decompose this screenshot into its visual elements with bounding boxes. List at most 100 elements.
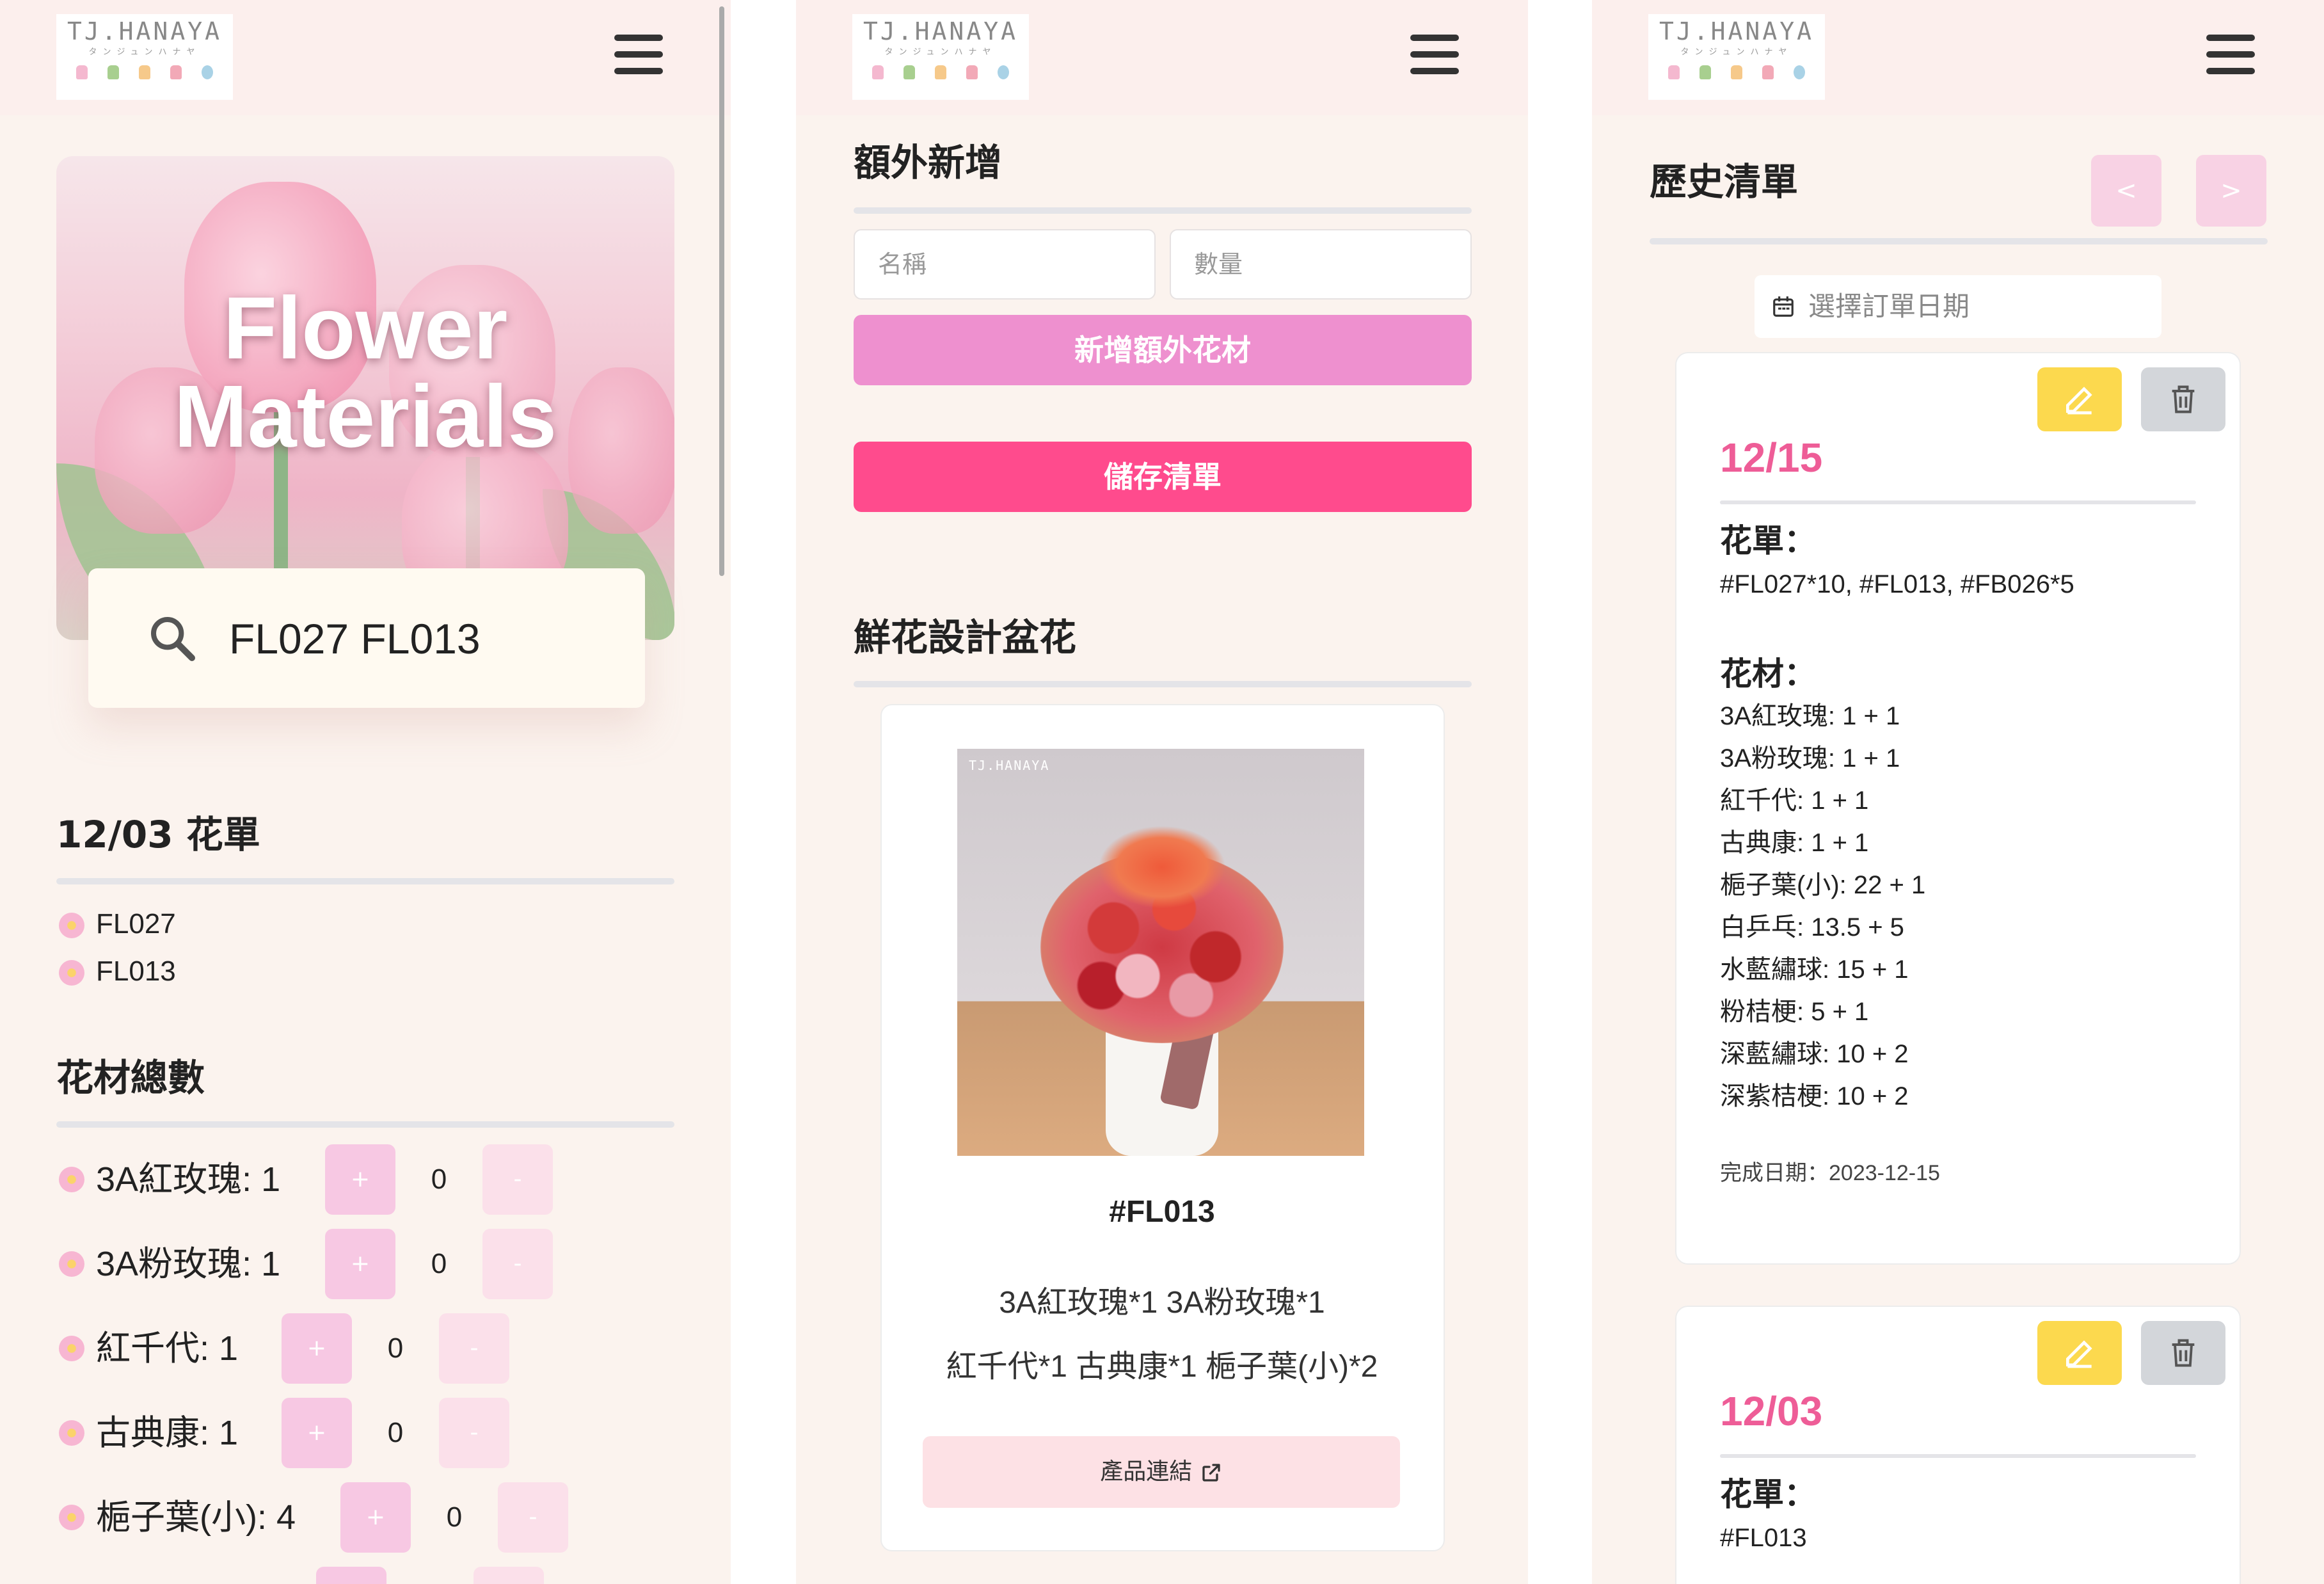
increase-button[interactable]: + bbox=[325, 1144, 395, 1215]
order-title: 12/03 花單 bbox=[56, 813, 260, 856]
pencil-icon bbox=[2066, 387, 2092, 415]
material-line: 深藍繡球: 10 + 2 bbox=[1720, 1040, 1909, 1068]
increase-button[interactable]: + bbox=[282, 1398, 352, 1468]
scrollbar[interactable] bbox=[719, 6, 724, 576]
orders-label: 花單： bbox=[1720, 522, 1816, 559]
increase-button[interactable]: + bbox=[325, 1229, 395, 1299]
hamburger-menu-icon[interactable] bbox=[1410, 33, 1459, 76]
decrease-button[interactable]: - bbox=[498, 1482, 568, 1553]
material-line: 紅千代: 1 + 1 bbox=[1720, 787, 1869, 815]
extra-quantity: 0 bbox=[431, 1248, 447, 1279]
calendar-icon bbox=[1773, 296, 1794, 317]
material-name: 古典康 bbox=[96, 1414, 200, 1452]
increase-button[interactable]: + bbox=[340, 1482, 411, 1553]
add-extra-material-button[interactable]: 新增額外花材 bbox=[854, 315, 1472, 385]
flower-icon bbox=[56, 1418, 87, 1448]
order-date: 12/15 bbox=[1720, 435, 1823, 481]
save-list-button[interactable]: 儲存清單 bbox=[854, 442, 1472, 512]
material-count: 1 bbox=[261, 1160, 281, 1199]
extra-quantity: 0 bbox=[431, 1164, 447, 1195]
delete-button[interactable] bbox=[2141, 367, 2225, 431]
pencil-icon bbox=[2066, 1340, 2092, 1368]
divider bbox=[854, 207, 1472, 214]
order-item-code: FL027 bbox=[96, 908, 176, 940]
material-quantity-input[interactable]: 數量 bbox=[1170, 229, 1472, 300]
flower-icon bbox=[56, 910, 87, 941]
product-code: #FL013 bbox=[1109, 1195, 1215, 1229]
previous-page-button[interactable]: < bbox=[2091, 155, 2161, 227]
material-row: 3A紅玫瑰: 1 bbox=[56, 1144, 280, 1215]
material-count: 1 bbox=[219, 1414, 239, 1452]
decrease-button[interactable]: - bbox=[482, 1144, 553, 1215]
brand-logo[interactable]: TJ.HANAYA タンジュンハナヤ bbox=[1648, 14, 1825, 100]
orders-label: 花單： bbox=[1720, 1476, 1816, 1513]
extra-quantity: 0 bbox=[387, 1332, 404, 1364]
divider bbox=[56, 878, 674, 884]
search-input[interactable]: FL027 FL013 bbox=[229, 613, 481, 664]
header: TJ.HANAYA タンジュンハナヤ bbox=[1592, 0, 2324, 115]
product-photo: TJ.HANAYA bbox=[957, 749, 1364, 1156]
history-title: 歷史清單 bbox=[1650, 160, 1799, 204]
increase-button[interactable] bbox=[316, 1567, 386, 1584]
product-link-label: 產品連結 bbox=[1100, 1459, 1193, 1485]
brand-logo[interactable]: TJ.HANAYA タンジュンハナヤ bbox=[852, 14, 1029, 100]
material-line: 水藍繡球: 15 + 1 bbox=[1720, 956, 1909, 984]
material-name: 紅千代 bbox=[96, 1329, 200, 1368]
logo-icons bbox=[852, 59, 1029, 79]
order-date: 12/03 bbox=[1720, 1388, 1823, 1434]
order-item: FL027 bbox=[56, 905, 176, 943]
material-row: 古典康: 1 bbox=[56, 1398, 238, 1468]
material-line: 梔子葉(小): 22 + 1 bbox=[1720, 871, 1926, 899]
trash-icon bbox=[2172, 385, 2195, 413]
decrease-button[interactable] bbox=[474, 1567, 544, 1584]
material-name-input[interactable]: 名稱 bbox=[854, 229, 1156, 300]
extra-section-title: 額外新增 bbox=[854, 141, 1003, 184]
product-recipe-line: 紅千代*1 古典康*1 梔子葉(小)*2 bbox=[946, 1350, 1378, 1384]
decrease-button[interactable]: - bbox=[439, 1398, 509, 1468]
search-icon bbox=[151, 617, 195, 661]
material-line: 3A紅玫瑰: 1 + 1 bbox=[1720, 702, 1900, 730]
logo-icons bbox=[1648, 59, 1825, 79]
hamburger-menu-icon[interactable] bbox=[2206, 33, 2255, 76]
edit-button[interactable] bbox=[2037, 1321, 2122, 1385]
material-row: 3A粉玫瑰: 1 bbox=[56, 1229, 280, 1299]
product-recipe-line: 3A紅玫瑰*1 3A粉玫瑰*1 bbox=[999, 1286, 1325, 1320]
search-bar[interactable]: FL027 FL013 bbox=[88, 568, 645, 708]
next-page-button[interactable]: > bbox=[2196, 155, 2266, 227]
product-link-button[interactable]: 產品連結 bbox=[923, 1436, 1400, 1508]
divider bbox=[854, 681, 1472, 687]
material-line: 古典康: 1 + 1 bbox=[1720, 829, 1869, 857]
logo-name: TJ.HANAYA bbox=[863, 17, 1018, 45]
materials-title: 花材總數 bbox=[56, 1056, 205, 1100]
header: TJ.HANAYA タンジュンハナヤ bbox=[0, 0, 731, 115]
header: TJ.HANAYA タンジュンハナヤ bbox=[796, 0, 1528, 115]
material-name: 3A紅玫瑰 bbox=[96, 1160, 243, 1199]
history-order-card: 12/15 花單： #FL027*10, #FL013, #FB026*5 花材… bbox=[1675, 352, 2241, 1265]
brand-logo[interactable]: TJ.HANAYA タンジュンハナヤ bbox=[56, 14, 233, 100]
decrease-button[interactable]: - bbox=[439, 1313, 509, 1384]
material-row: 紅千代: 1 bbox=[56, 1313, 238, 1384]
material-line: 3A粉玫瑰: 1 + 1 bbox=[1720, 744, 1900, 772]
completion-date-label: 完成日期： bbox=[1720, 1161, 1829, 1185]
design-section-title: 鮮花設計盆花 bbox=[854, 616, 1077, 659]
material-row: 梔子葉(小): 4 bbox=[56, 1482, 296, 1553]
extra-quantity: 0 bbox=[387, 1417, 404, 1448]
decrease-button[interactable]: - bbox=[482, 1229, 553, 1299]
delete-button[interactable] bbox=[2141, 1321, 2225, 1385]
logo-kana: タンジュンハナヤ bbox=[1680, 47, 1793, 57]
increase-button[interactable]: + bbox=[282, 1313, 352, 1384]
flower-icon bbox=[56, 1249, 87, 1279]
edit-button[interactable] bbox=[2037, 367, 2122, 431]
material-line: 深紫桔梗: 10 + 2 bbox=[1720, 1082, 1909, 1110]
material-count: 4 bbox=[276, 1498, 296, 1537]
hero-banner: Flower Materials bbox=[56, 156, 674, 640]
logo-kana: タンジュンハナヤ bbox=[884, 47, 997, 57]
hamburger-menu-icon[interactable] bbox=[614, 33, 663, 76]
hero-title: Flower Materials bbox=[173, 279, 557, 466]
material-count: 1 bbox=[261, 1245, 281, 1283]
order-date-picker[interactable]: 選擇訂單日期 bbox=[1755, 275, 2161, 338]
trash-icon bbox=[2172, 1339, 2195, 1367]
material-line: 白乒乓: 13.5 + 5 bbox=[1720, 913, 1904, 941]
external-link-icon bbox=[1202, 1464, 1220, 1482]
flower-icon bbox=[56, 1164, 87, 1195]
